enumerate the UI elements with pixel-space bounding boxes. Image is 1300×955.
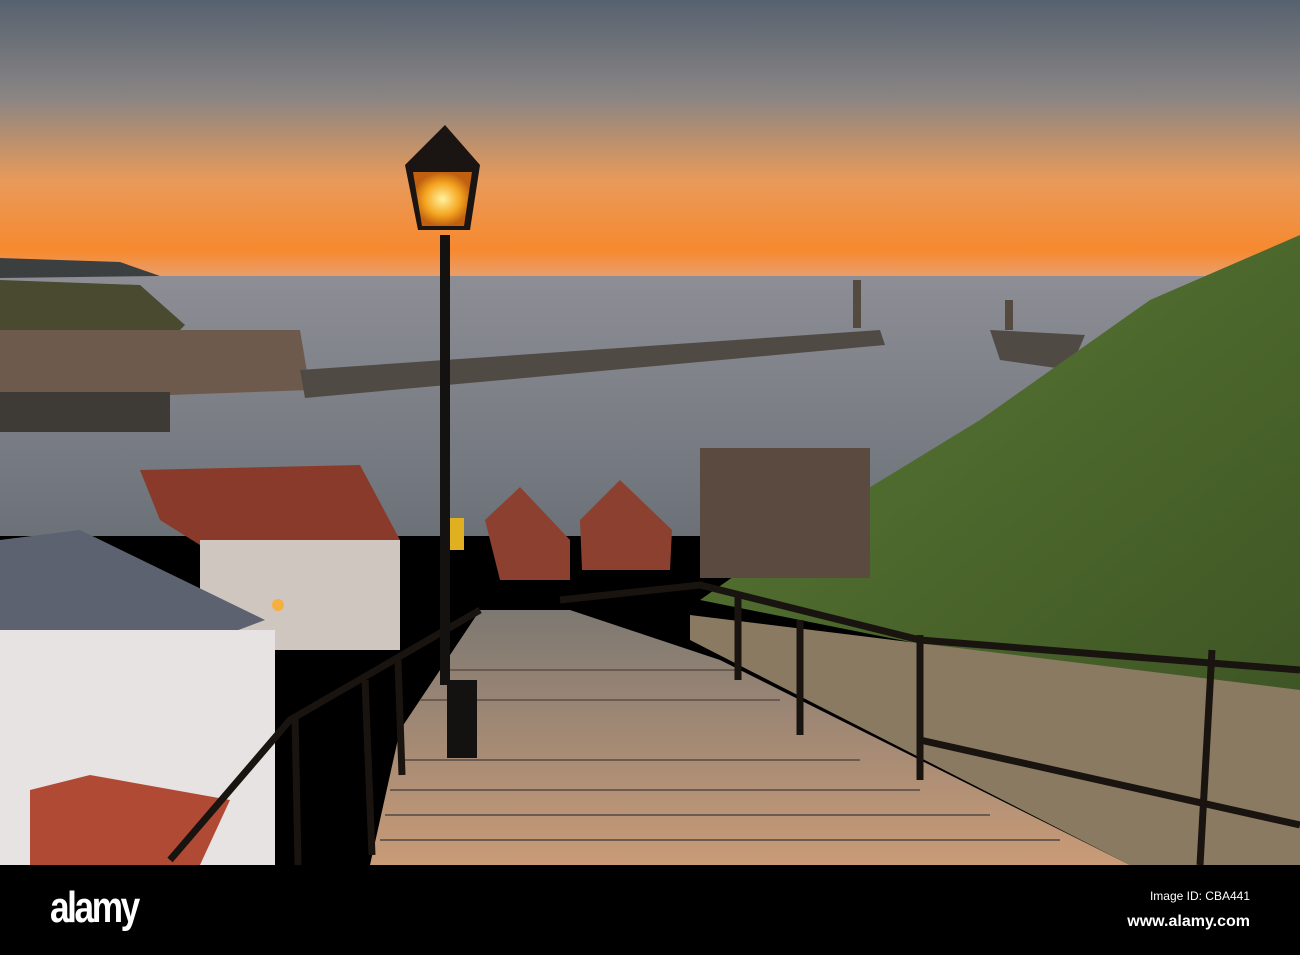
alamy-logo[interactable]: alamy <box>50 883 140 933</box>
stock-photo: alamy Image ID: CBA441 www.alamy.com <box>0 0 1300 955</box>
website-link[interactable]: www.alamy.com <box>1127 913 1250 931</box>
harbour-wall <box>0 392 170 432</box>
image-id: Image ID: CBA441 <box>1149 889 1250 903</box>
house-right <box>700 448 870 578</box>
east-lighthouse <box>1005 300 1013 330</box>
sky <box>0 0 1300 278</box>
photo-scene <box>0 0 1300 865</box>
footer-bar: alamy Image ID: CBA441 www.alamy.com <box>0 865 1300 955</box>
small-lamp-glow <box>272 599 284 611</box>
west-lighthouse <box>853 280 861 328</box>
town-left <box>0 330 310 400</box>
